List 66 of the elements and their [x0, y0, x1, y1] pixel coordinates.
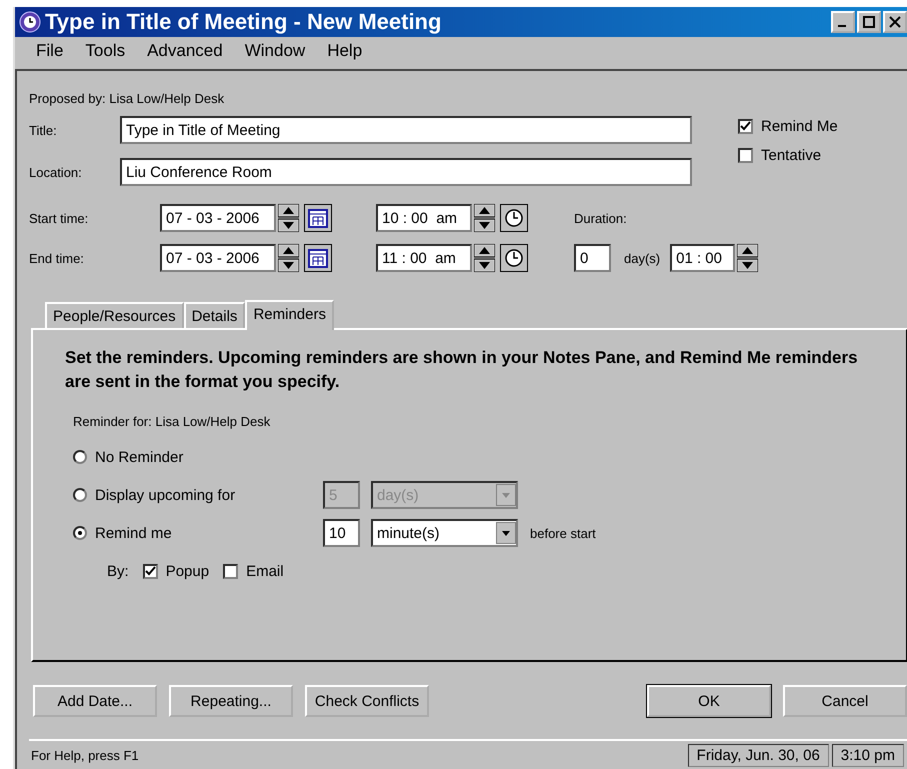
date-field[interactable]: 07 - 03 - 2006 — [160, 244, 276, 272]
maximize-icon[interactable] — [863, 16, 875, 28]
duration-field[interactable]: 01 : 00 — [670, 244, 736, 272]
spin-buttons[interactable] — [737, 244, 758, 272]
menu-item[interactable]: Window — [234, 41, 316, 61]
radio-label: Remind me — [95, 524, 172, 542]
field-label: Location: — [29, 164, 83, 180]
suffix-label: before start — [530, 526, 596, 540]
instructions-text: Set the reminders. Upcoming reminders are shown in your Notes Pane, and Remind Me reminders are sent in the format you specify. — [65, 347, 859, 393]
days-field[interactable]: 0 — [574, 244, 611, 272]
checkbox-label: Email — [246, 563, 284, 580]
spin-buttons[interactable] — [278, 244, 299, 272]
field-label: Title: — [29, 122, 58, 138]
radio-label: No Reminder — [95, 448, 184, 466]
dialog-button[interactable]: Check Conflicts — [305, 685, 429, 717]
dialog-button[interactable]: Add Date... — [33, 685, 157, 717]
spin-buttons[interactable] — [474, 244, 495, 272]
text-field[interactable]: Type in Title of Meeting — [120, 116, 692, 144]
status-date: Friday, Jun. 30, 06 — [688, 744, 829, 766]
menu-item[interactable]: Help — [316, 41, 374, 61]
menu-item[interactable]: File — [25, 41, 74, 61]
close-icon[interactable] — [889, 16, 901, 28]
dialog-button[interactable]: OK — [647, 685, 771, 717]
days-unit-label: day(s) — [624, 250, 660, 266]
time-field[interactable]: 10 : 00 am — [376, 204, 472, 232]
maximize-button[interactable] — [857, 11, 881, 33]
clock-icon[interactable] — [500, 204, 528, 232]
menu-item[interactable]: Advanced — [136, 41, 234, 61]
radio-button[interactable] — [73, 526, 87, 540]
checkbox[interactable] — [738, 119, 753, 134]
status-text: For Help, press F1 — [30, 748, 140, 762]
time-field[interactable]: 11 : 00 am — [376, 244, 472, 272]
checkbox[interactable] — [142, 564, 158, 579]
dialog-button[interactable]: Repeating... — [169, 685, 293, 717]
checkbox[interactable] — [738, 148, 753, 163]
duration-label: Duration: — [574, 210, 627, 226]
radio-button[interactable] — [73, 450, 87, 464]
checkbox[interactable] — [223, 564, 238, 579]
menu-item[interactable]: Tools — [74, 41, 136, 61]
field-label: End time: — [29, 250, 85, 266]
calendar-icon[interactable] — [304, 204, 332, 232]
tab[interactable]: People/Resources — [45, 302, 184, 328]
reminder-for-label: Reminder for: Lisa Low/Help Desk — [73, 414, 272, 429]
checkbox-label: Tentative — [761, 147, 822, 164]
spin-buttons[interactable] — [474, 204, 495, 232]
by-label: By: — [107, 563, 129, 580]
date-field[interactable]: 07 - 03 - 2006 — [160, 204, 276, 232]
checkbox-label: Remind Me — [761, 118, 838, 135]
text-field[interactable]: Liu Conference Room — [120, 158, 692, 186]
spin-buttons[interactable] — [278, 204, 299, 232]
field-label: Start time: — [29, 210, 90, 226]
clock-icon — [19, 11, 41, 33]
tab[interactable]: Reminders — [245, 300, 334, 330]
dialog-button[interactable]: Cancel — [783, 685, 907, 717]
calendar-icon[interactable] — [304, 244, 332, 272]
amount-field[interactable]: 10 — [323, 519, 360, 547]
status-time: 3:10 pm — [832, 744, 904, 766]
clock-icon[interactable] — [500, 244, 528, 272]
close-button[interactable] — [883, 11, 907, 33]
window-title: Type in Title of Meeting - New Meeting — [45, 9, 442, 35]
proposed-by-label: Proposed by: Lisa Low/Help Desk — [29, 91, 226, 106]
tab[interactable]: Details — [184, 302, 246, 328]
unit-dropdown[interactable]: minute(s) — [371, 519, 518, 547]
radio-label: Display upcoming for — [95, 486, 236, 504]
checkbox-label: Popup — [166, 563, 210, 580]
minimize-button[interactable] — [831, 11, 855, 33]
